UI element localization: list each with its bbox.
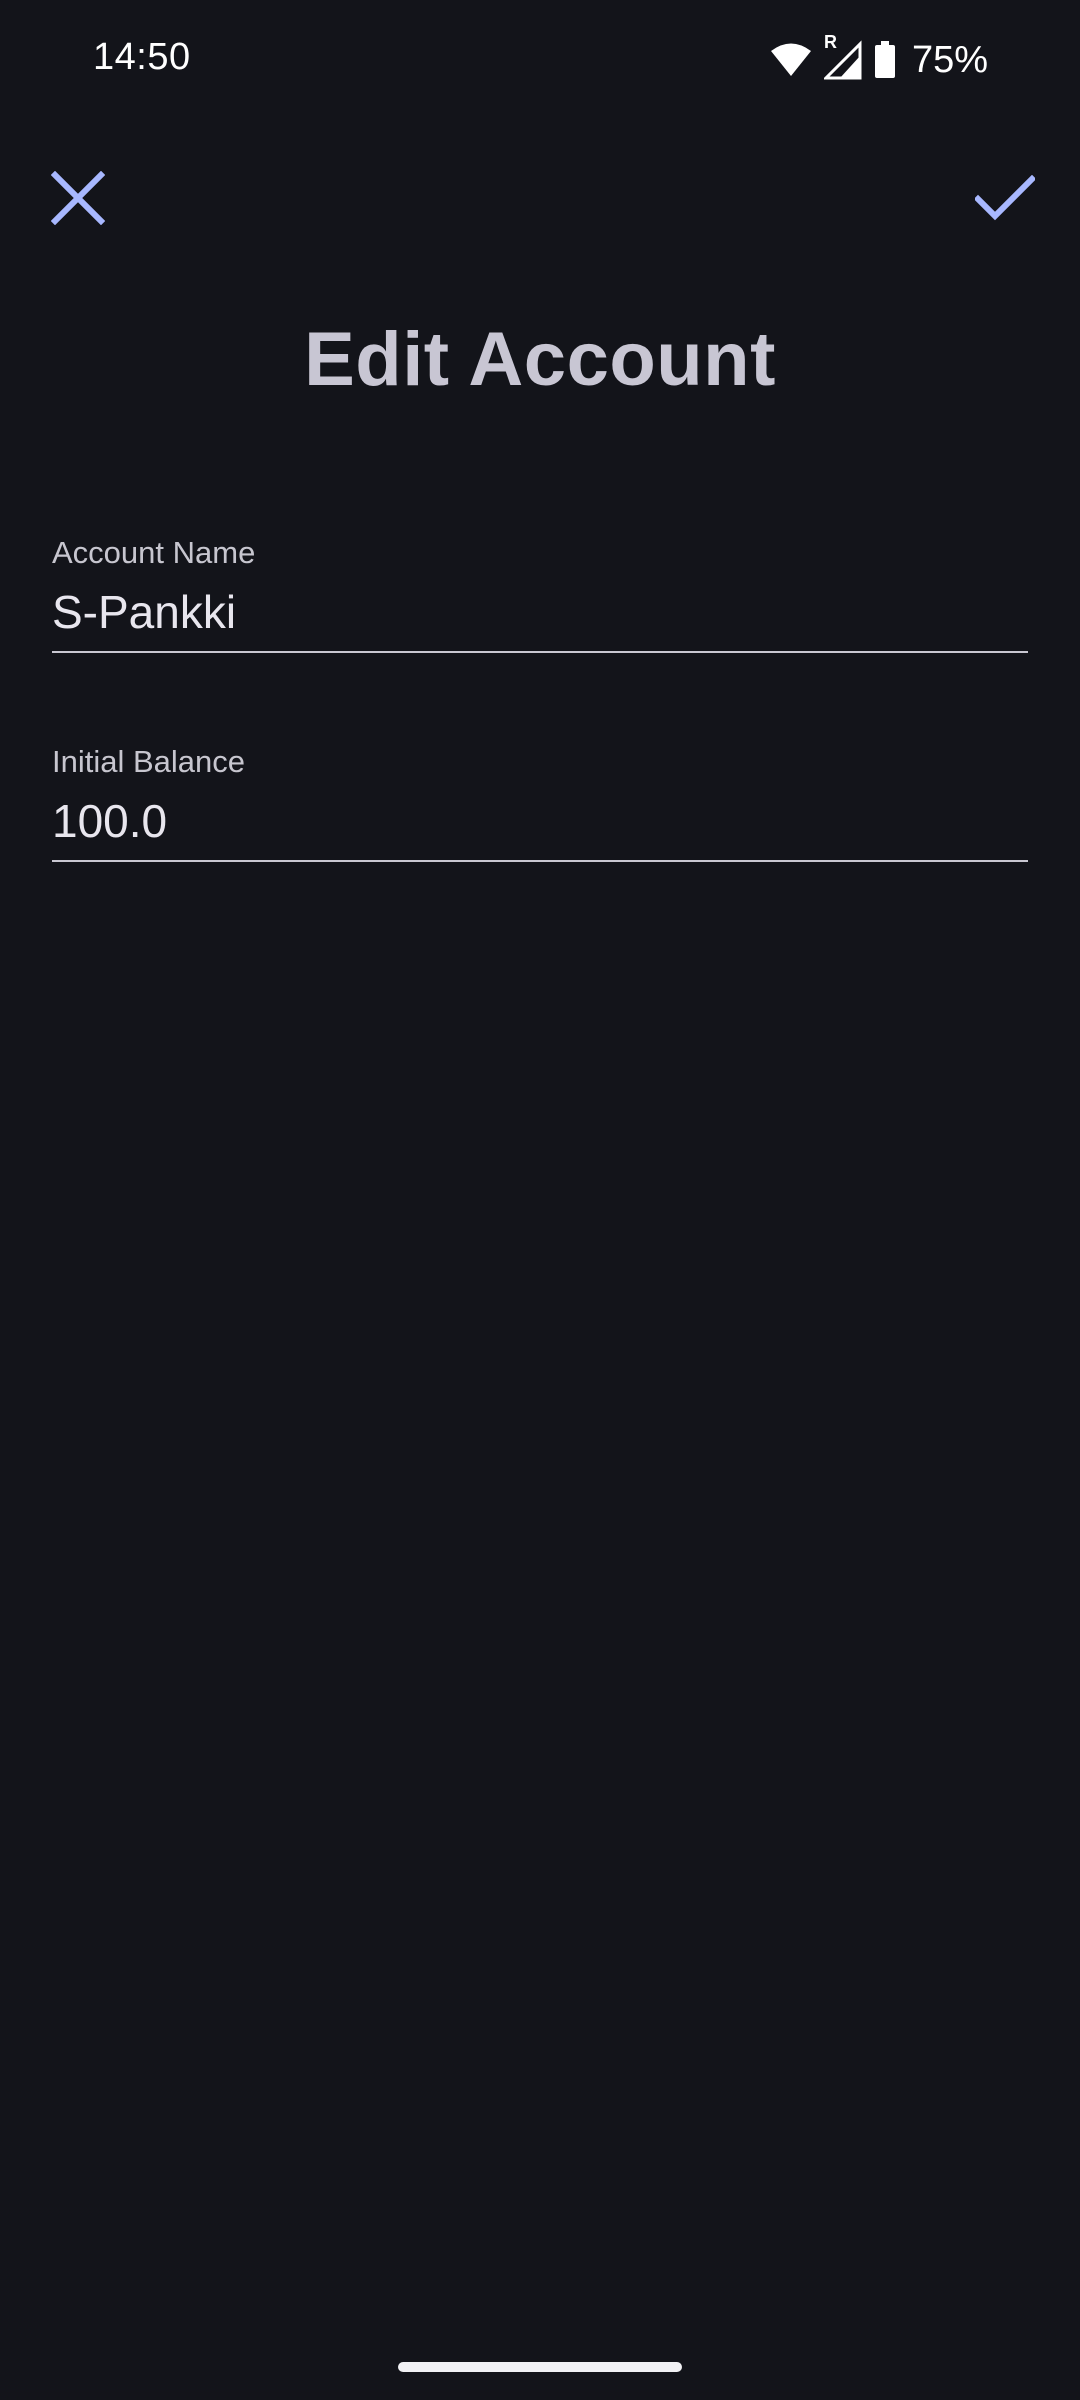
close-icon [50,170,106,230]
edit-account-screen: 14:50 R 75% Edit Account Account Name S-… [0,0,1080,2400]
gesture-nav-handle[interactable] [398,2362,682,2372]
save-button[interactable] [955,150,1055,250]
battery-icon [874,41,896,79]
cell-signal-icon: R [823,32,862,80]
close-button[interactable] [28,150,128,250]
status-time: 14:50 [93,36,191,78]
initial-balance-label: Initial Balance [52,744,246,779]
account-name-field: Account Name [52,533,1028,653]
initial-balance-field: Initial Balance [52,742,1028,862]
check-icon [973,174,1037,226]
status-bar: 14:50 R 75% [0,0,1080,120]
initial-balance-input[interactable] [52,788,1028,862]
account-name-label: Account Name [52,535,256,570]
battery-percent: 75% [911,38,988,81]
page-title: Edit Account [304,317,776,402]
wifi-icon [770,42,812,78]
account-name-input[interactable] [52,579,1028,653]
status-icons: R 75% [770,32,988,84]
